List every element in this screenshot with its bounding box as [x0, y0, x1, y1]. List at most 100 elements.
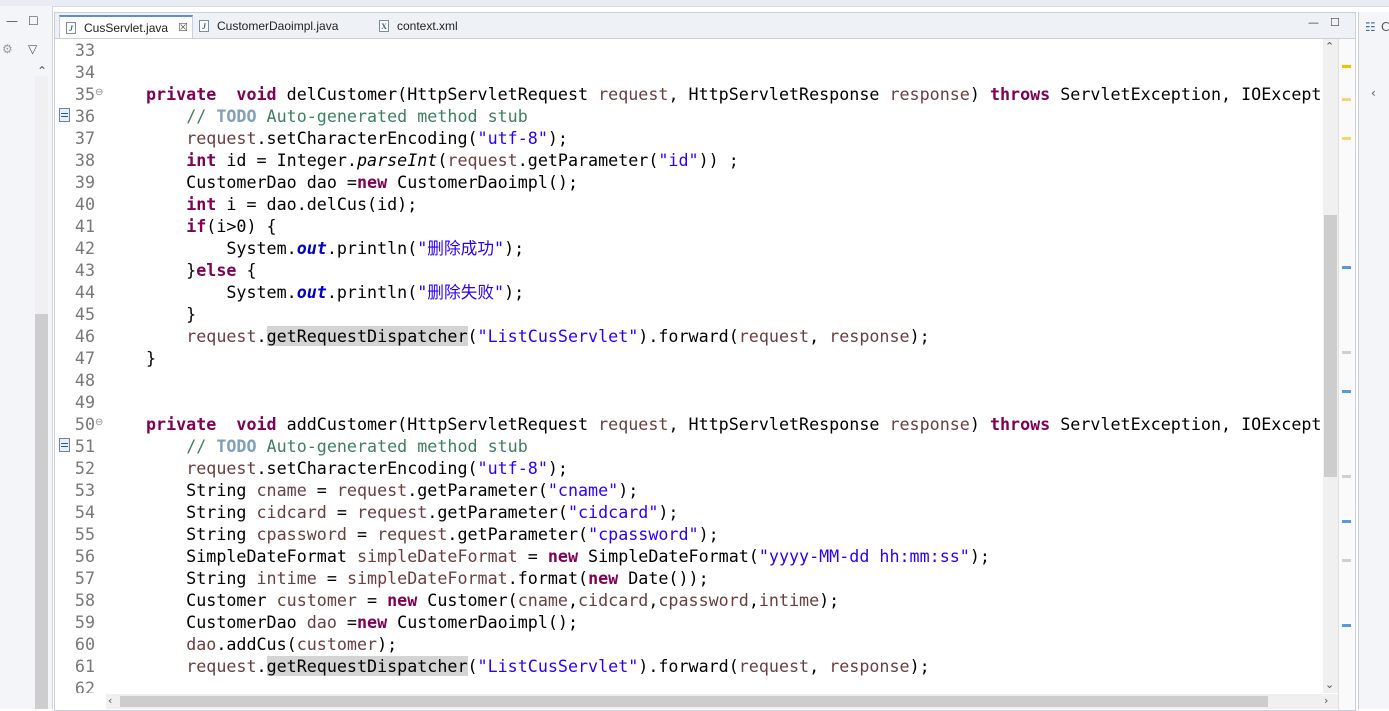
code-line[interactable]: 44 System.out.println("删除失败"); — [55, 281, 1323, 303]
scroll-right-arrow[interactable]: › — [1324, 695, 1328, 707]
code-line[interactable]: 59 CustomerDao dao =new CustomerDaoimpl(… — [55, 611, 1323, 633]
vertical-scroll-thumb[interactable] — [1324, 215, 1337, 477]
code-line[interactable]: 60 dao.addCus(customer); — [55, 633, 1323, 655]
ruler-annotation-mark[interactable] — [1342, 266, 1351, 269]
code-line[interactable]: 41 if(i>0) { — [55, 215, 1323, 237]
code-text: Customer customer = new Customer(cname,c… — [146, 590, 840, 610]
code-line[interactable]: 49 — [55, 391, 1323, 413]
code-text: int i = dao.delCus(id); — [186, 194, 418, 214]
tab-customerdaoimpl[interactable]: J CustomerDaoimpl.java — [193, 15, 373, 38]
code-line[interactable]: 46 request.getRequestDispatcher("ListCus… — [55, 325, 1323, 347]
outline-icon[interactable]: ☷ — [1365, 20, 1376, 34]
code-line[interactable]: 57 String intime = simpleDateFormat.form… — [55, 567, 1323, 589]
vertical-scrollbar[interactable]: ⌃ ⌄ — [1323, 39, 1338, 693]
top-toolbar-strip — [0, 0, 1389, 7]
code-text: // TODO Auto-generated method stub — [186, 436, 528, 456]
line-number: 62 — [74, 678, 95, 693]
line-number: 59 — [74, 612, 95, 632]
code-line[interactable]: 33 — [55, 39, 1323, 61]
view-menu-button[interactable]: ▽ — [28, 42, 37, 56]
code-line[interactable]: 36 // TODO Auto-generated method stub — [55, 105, 1323, 127]
close-tab-icon[interactable]: ☒ — [178, 17, 188, 40]
line-number: 33 — [74, 40, 95, 60]
code-text: int id = Integer.parseInt(request.getPar… — [186, 150, 739, 170]
ruler-annotation-mark[interactable] — [1342, 98, 1351, 101]
code-line[interactable]: 48 — [55, 369, 1323, 391]
line-number: 57 — [74, 568, 95, 588]
ruler-annotation-mark[interactable] — [1342, 137, 1351, 140]
code-line[interactable]: 52 request.setCharacterEncoding("utf-8")… — [55, 457, 1323, 479]
code-line[interactable]: 39 CustomerDao dao =new CustomerDaoimpl(… — [55, 171, 1323, 193]
tab-cusservlet[interactable]: J CusServlet.java ☒ — [59, 15, 193, 38]
code-text: request.setCharacterEncoding("utf-8"); — [186, 128, 568, 148]
editor-tab-bar: J CusServlet.java ☒ J CustomerDaoimpl.ja… — [55, 13, 1355, 39]
ruler-annotation-mark[interactable] — [1342, 520, 1351, 523]
editor-minimize-button[interactable]: — — [1308, 16, 1319, 29]
code-line[interactable]: 38 int id = Integer.parseInt(request.get… — [55, 149, 1323, 171]
line-number: 60 — [74, 634, 95, 654]
gear-cluster-icon[interactable]: ⚙ — [2, 42, 13, 56]
horizontal-scrollbar[interactable]: ‹ › — [106, 694, 1338, 709]
fold-toggle-icon[interactable]: ⊖ — [95, 412, 103, 434]
line-number: 45 — [74, 304, 95, 324]
left-panel-minimize-button[interactable]: — — [6, 14, 18, 28]
code-line[interactable]: 34 — [55, 61, 1323, 83]
editor-maximize-button[interactable]: ☐ — [1330, 16, 1340, 29]
code-line[interactable]: 47} — [55, 347, 1323, 369]
ruler-annotation-mark[interactable] — [1342, 624, 1351, 627]
line-number: 53 — [74, 480, 95, 500]
code-line[interactable]: 42 System.out.println("删除成功"); — [55, 237, 1323, 259]
tab-label: CustomerDaoimpl.java — [217, 19, 339, 33]
line-number: 34 — [74, 62, 95, 82]
code-text: CustomerDao dao =new CustomerDaoimpl(); — [146, 612, 579, 632]
line-number: 61 — [74, 656, 95, 676]
code-text: } — [146, 304, 197, 324]
line-number: 37 — [74, 128, 95, 148]
code-line[interactable]: 37 request.setCharacterEncoding("utf-8")… — [55, 127, 1323, 149]
line-number: 50 — [74, 414, 95, 434]
ruler-annotation-mark[interactable] — [1342, 559, 1351, 562]
line-number: 40 — [74, 194, 95, 214]
code-area[interactable]: 33 34 35 ⊖ private void delCustomer(HttpServ… — [55, 39, 1323, 693]
code-line[interactable]: 40 int i = dao.delCus(id); — [55, 193, 1323, 215]
code-text: System.out.println("删除成功"); — [146, 238, 525, 258]
ruler-annotation-mark[interactable] — [1342, 475, 1351, 478]
code-line[interactable]: 35 ⊖ private void delCustomer(HttpServletR… — [55, 83, 1323, 105]
code-text: SimpleDateFormat simpleDateFormat = new … — [146, 546, 990, 566]
code-line[interactable]: 53 String cname = request.getParameter("… — [55, 479, 1323, 501]
left-panel-maximize-button[interactable]: ☐ — [28, 14, 39, 28]
code-line[interactable]: 62 — [55, 677, 1323, 693]
code-line[interactable]: 55 String cpassword = request.getParamet… — [55, 523, 1323, 545]
code-text: }else { — [146, 260, 257, 280]
chevron-left-icon[interactable]: ‹ — [1371, 86, 1376, 100]
code-line[interactable]: 43 }else { — [55, 259, 1323, 281]
code-line[interactable]: 45 } — [55, 303, 1323, 325]
ruler-annotation-mark[interactable] — [1342, 351, 1351, 354]
left-panel-scroll-thumb[interactable] — [35, 314, 48, 709]
overview-ruler[interactable] — [1338, 39, 1355, 710]
tab-context-xml[interactable]: X context.xml — [373, 15, 503, 38]
code-text: String cidcard = request.getParameter("c… — [146, 502, 679, 522]
left-side-panel: — ☐ ⚙ ▽ ⌃ — [0, 6, 53, 709]
line-number: 52 — [74, 458, 95, 478]
code-line[interactable]: 54 String cidcard = request.getParameter… — [55, 501, 1323, 523]
code-line[interactable]: 56 SimpleDateFormat simpleDateFormat = n… — [55, 545, 1323, 567]
line-number: 43 — [74, 260, 95, 280]
xml-file-icon: X — [379, 20, 389, 32]
line-number: 51 — [74, 436, 95, 456]
ruler-annotation-mark[interactable] — [1342, 65, 1351, 68]
horizontal-scroll-thumb[interactable] — [120, 696, 1268, 707]
code-line[interactable]: 51 // TODO Auto-generated method stub — [55, 435, 1323, 457]
code-line[interactable]: 61 request.getRequestDispatcher("ListCus… — [55, 655, 1323, 677]
scroll-left-arrow[interactable]: ‹ — [108, 695, 112, 707]
code-text: } — [146, 348, 157, 368]
line-number: 48 — [74, 370, 95, 390]
scroll-down-arrow[interactable]: ⌄ — [1325, 679, 1334, 691]
code-line[interactable]: 58 Customer customer = new Customer(cnam… — [55, 589, 1323, 611]
fold-toggle-icon[interactable]: ⊖ — [95, 82, 103, 104]
java-editor: J CusServlet.java ☒ J CustomerDaoimpl.ja… — [54, 12, 1356, 711]
line-number: 44 — [74, 282, 95, 302]
code-line[interactable]: 50 ⊖ private void addCustomer(HttpServletR… — [55, 413, 1323, 435]
ruler-annotation-mark[interactable] — [1342, 390, 1351, 393]
scroll-up-arrow[interactable]: ⌃ — [1325, 41, 1334, 53]
